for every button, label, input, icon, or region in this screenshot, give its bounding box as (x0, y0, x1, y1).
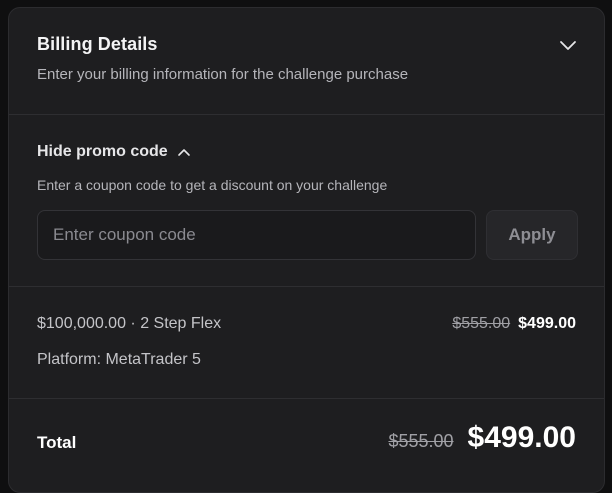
divider (9, 398, 604, 399)
billing-title: Billing Details (37, 34, 158, 54)
hide-promo-label: Hide promo code (37, 143, 168, 160)
discounted-price: $499.00 (518, 315, 576, 332)
coupon-code-input[interactable] (37, 210, 476, 260)
total-label: Total (37, 433, 77, 452)
order-item-prices: $555.00 $499.00 (452, 315, 576, 333)
hide-promo-toggle[interactable]: Hide promo code (37, 143, 191, 161)
total-final-price: $499.00 (467, 421, 576, 454)
apply-button[interactable]: Apply (486, 210, 578, 260)
divider (9, 114, 604, 115)
divider (9, 286, 604, 287)
platform-label: Platform: MetaTrader 5 (37, 351, 201, 368)
billing-subtitle: Enter your billing information for the c… (37, 66, 409, 83)
billing-card: Billing Details Enter your billing infor… (8, 7, 605, 493)
original-price: $555.00 (452, 315, 511, 332)
chevron-down-icon[interactable] (559, 38, 577, 52)
total-original-price: $555.00 (388, 431, 454, 451)
order-item-name: $100,000.00 · 2 Step Flex (37, 315, 222, 332)
chevron-up-icon (177, 149, 190, 156)
promo-description: Enter a coupon code to get a discount on… (37, 177, 388, 193)
total-prices: $555.00 $499.00 (388, 421, 576, 455)
